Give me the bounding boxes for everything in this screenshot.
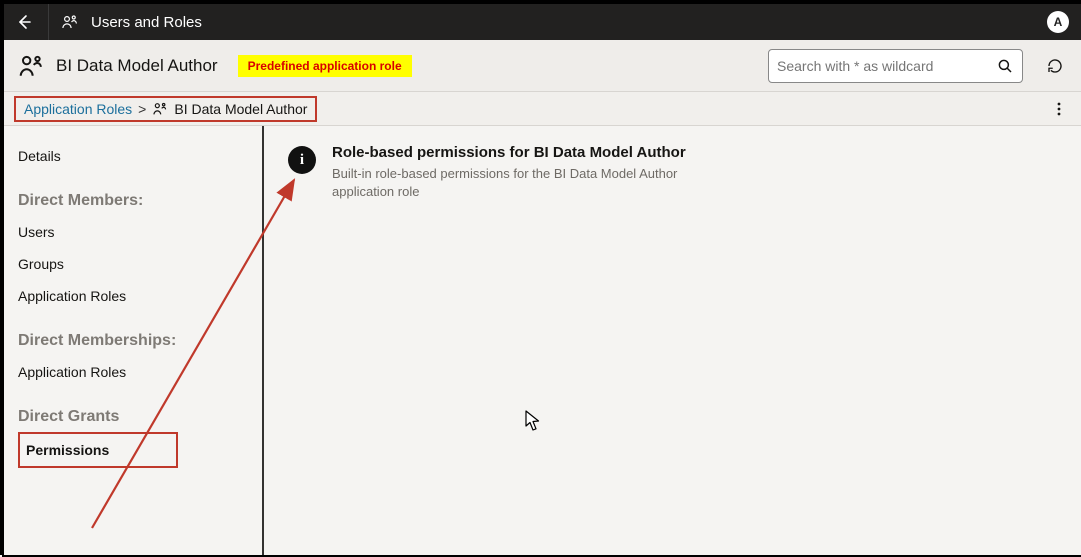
breadcrumb-root-link[interactable]: Application Roles <box>24 101 132 117</box>
refresh-icon <box>1046 57 1064 75</box>
nav-section-members: Direct Members: <box>18 192 248 210</box>
breadcrumb-role-icon <box>152 101 168 117</box>
info-icon: i <box>288 146 316 174</box>
more-actions-button[interactable] <box>1047 97 1071 121</box>
app-topbar: Users and Roles A <box>4 4 1081 40</box>
role-icon <box>18 53 44 79</box>
role-header-bar: BI Data Model Author Predefined applicat… <box>4 40 1081 92</box>
nav-app-roles-members[interactable]: Application Roles <box>18 280 248 312</box>
search-input[interactable] <box>777 58 996 74</box>
nav-app-roles-memberships[interactable]: Application Roles <box>18 356 248 388</box>
users-roles-icon <box>61 13 79 31</box>
topbar-title: Users and Roles <box>91 14 202 31</box>
main-panel: i Role-based permissions for BI Data Mod… <box>264 126 1081 555</box>
refresh-button[interactable] <box>1043 54 1067 78</box>
arrow-left-icon <box>16 14 32 30</box>
permissions-info-text: Role-based permissions for BI Data Model… <box>332 144 692 200</box>
breadcrumb-row: Application Roles > BI Data Model Author <box>4 92 1081 126</box>
nav-groups[interactable]: Groups <box>18 248 248 280</box>
topbar-divider <box>48 4 49 40</box>
permissions-description: Built-in role-based permissions for the … <box>332 165 692 200</box>
permissions-info-row: i Role-based permissions for BI Data Mod… <box>288 144 1057 200</box>
content-area: Details Direct Members: Users Groups App… <box>4 126 1081 555</box>
nav-permissions[interactable]: Permissions <box>26 440 170 460</box>
nav-section-memberships: Direct Memberships: <box>18 332 248 350</box>
nav-details[interactable]: Details <box>18 140 248 172</box>
nav-section-grants: Direct Grants <box>18 408 248 426</box>
user-avatar[interactable]: A <box>1047 11 1069 33</box>
permissions-heading: Role-based permissions for BI Data Model… <box>332 144 692 161</box>
breadcrumb-separator: > <box>138 101 146 117</box>
back-button[interactable] <box>12 10 36 34</box>
nav-permissions-highlight: Permissions <box>18 432 178 468</box>
search-icon <box>996 57 1014 75</box>
breadcrumb-current: BI Data Model Author <box>174 101 307 117</box>
breadcrumb: Application Roles > BI Data Model Author <box>14 96 317 122</box>
role-title: BI Data Model Author <box>56 56 218 76</box>
side-nav: Details Direct Members: Users Groups App… <box>4 126 264 555</box>
predefined-role-badge: Predefined application role <box>238 55 412 77</box>
nav-users[interactable]: Users <box>18 216 248 248</box>
kebab-icon <box>1051 101 1067 117</box>
search-field-wrap[interactable] <box>768 49 1023 83</box>
